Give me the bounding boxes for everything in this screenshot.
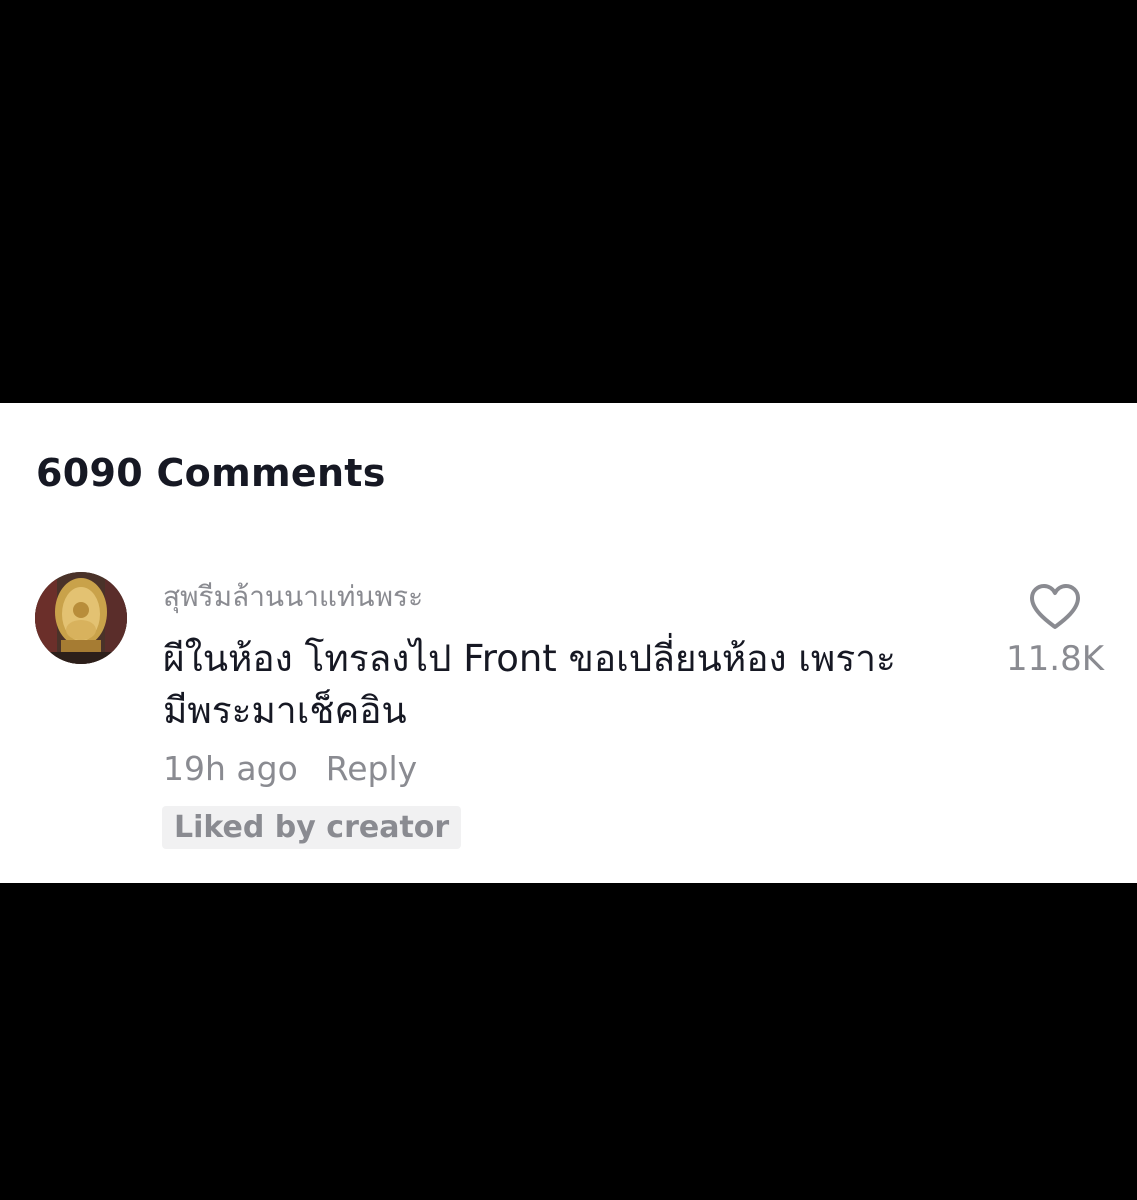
top-black-area xyxy=(0,0,1137,403)
avatar-image-icon xyxy=(35,572,127,664)
comments-panel: 6090 Comments สุพรีมล้านนาแท่นพระ ผีในห้… xyxy=(0,403,1137,883)
liked-by-creator-badge: Liked by creator xyxy=(162,806,462,849)
comment-timestamp: 19h ago xyxy=(163,749,298,788)
comment-text-line-1: ผีในห้อง โทรลงไป Front ขอเปลี่ยนห้อง เพร… xyxy=(163,637,896,680)
reply-button[interactable]: Reply xyxy=(326,749,417,788)
comment-username[interactable]: สุพรีมล้านนาแท่นพระ xyxy=(163,575,423,619)
avatar[interactable] xyxy=(35,572,127,664)
comment-text-line-2: มีพระมาเช็คอิน xyxy=(163,689,407,732)
comment-item: สุพรีมล้านนาแท่นพระ ผีในห้อง โทรลงไป Fro… xyxy=(0,563,1137,863)
comments-count-title: 6090 Comments xyxy=(36,451,386,495)
like-control: 11.8K xyxy=(1005,583,1105,679)
heart-icon[interactable] xyxy=(1028,583,1082,631)
bottom-black-area xyxy=(0,883,1137,1200)
comment-meta: 19h ago Reply xyxy=(163,749,417,788)
like-count: 11.8K xyxy=(1006,639,1104,679)
comment-text: ผีในห้อง โทรลงไป Front ขอเปลี่ยนห้อง เพร… xyxy=(163,633,993,737)
